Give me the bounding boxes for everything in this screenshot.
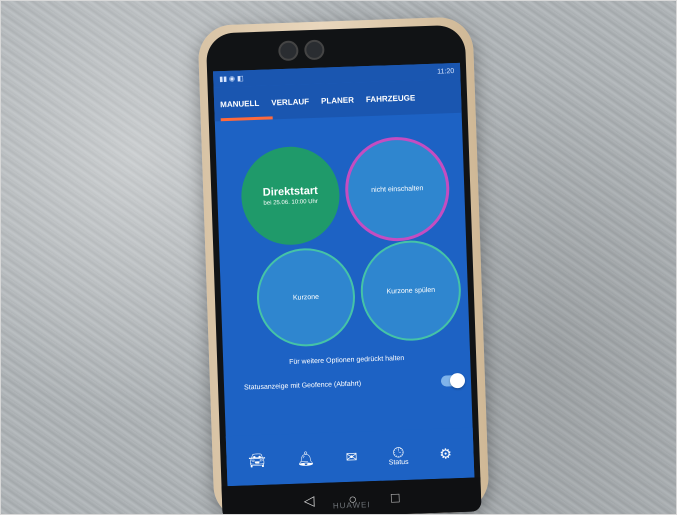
active-tab-indicator — [220, 116, 273, 122]
direktstart-subtitle: bei 25.06. 10:00 Uhr — [263, 198, 318, 207]
geofence-toggle-row: Statusanzeige mit Geofence (Abfahrt) — [243, 372, 466, 394]
tile-nicht-einschalten[interactable]: nicht einschalten — [343, 135, 452, 243]
gear-icon: ⚙︎ — [439, 445, 453, 462]
tile-kurzone-spuelen[interactable]: Kurzone spülen — [359, 238, 463, 343]
phone-device: ▮▮ ◉ ◧ 11:20 MANUELL VERLAUF PLANER FAHR… — [197, 16, 490, 514]
phone-bezel: ▮▮ ◉ ◧ 11:20 MANUELL VERLAUF PLANER FAHR… — [205, 24, 482, 514]
tile-kurzone-spuelen-label: Kurzone spülen — [386, 286, 436, 296]
hint-text: Für weitere Optionen gedrückt halten — [289, 354, 405, 366]
tab-manuell[interactable]: MANUELL — [220, 98, 259, 108]
tab-fahrzeuge[interactable]: FAHRZEUGE — [366, 93, 416, 104]
tab-verlauf[interactable]: VERLAUF — [271, 97, 309, 107]
app-screen: ▮▮ ◉ ◧ 11:20 MANUELL VERLAUF PLANER FAHR… — [213, 62, 475, 487]
message-icon: ✉︎ — [345, 448, 358, 466]
tab-planer[interactable]: PLANER — [321, 95, 354, 105]
top-tabs: MANUELL VERLAUF PLANER FAHRZEUGE — [213, 78, 462, 122]
tile-kurzone-label: Kurzone — [292, 293, 320, 302]
tile-kurzone[interactable]: Kurzone — [255, 246, 357, 349]
nav-status[interactable]: 🕒︎ Status — [388, 443, 409, 467]
nav-status-label: Status — [388, 458, 409, 467]
direktstart-title: Direktstart — [262, 184, 318, 199]
nav-settings[interactable]: ⚙︎ — [439, 445, 453, 462]
clock-icon: 🕒︎ — [392, 443, 405, 460]
status-time: 11:20 — [437, 67, 455, 76]
sensor-icon — [304, 39, 325, 61]
geofence-toggle[interactable] — [440, 372, 466, 389]
nav-bell[interactable]: 🔔︎ — [296, 450, 316, 467]
bottom-navigation: 🚘︎ 🔔︎ ✉︎ 🕒︎ Status ⚙︎ — [225, 427, 475, 487]
status-left-icons: ▮▮ ◉ ◧ — [219, 75, 244, 84]
direktstart-tile[interactable]: Direktstart bei 25.06. 10:00 Uhr — [239, 145, 342, 247]
photo-background: ▮▮ ◉ ◧ 11:20 MANUELL VERLAUF PLANER FAHR… — [0, 0, 677, 515]
camera-icon — [278, 40, 299, 62]
nav-message[interactable]: ✉︎ — [345, 448, 358, 466]
bell-icon: 🔔︎ — [296, 450, 316, 467]
nav-car[interactable]: 🚘︎ — [247, 451, 267, 469]
car-icon: 🚘︎ — [247, 451, 267, 469]
tile-nicht-einschalten-label: nicht einschalten — [371, 184, 424, 194]
geofence-toggle-label: Statusanzeige mit Geofence (Abfahrt) — [243, 380, 362, 392]
toggle-knob — [449, 372, 466, 389]
